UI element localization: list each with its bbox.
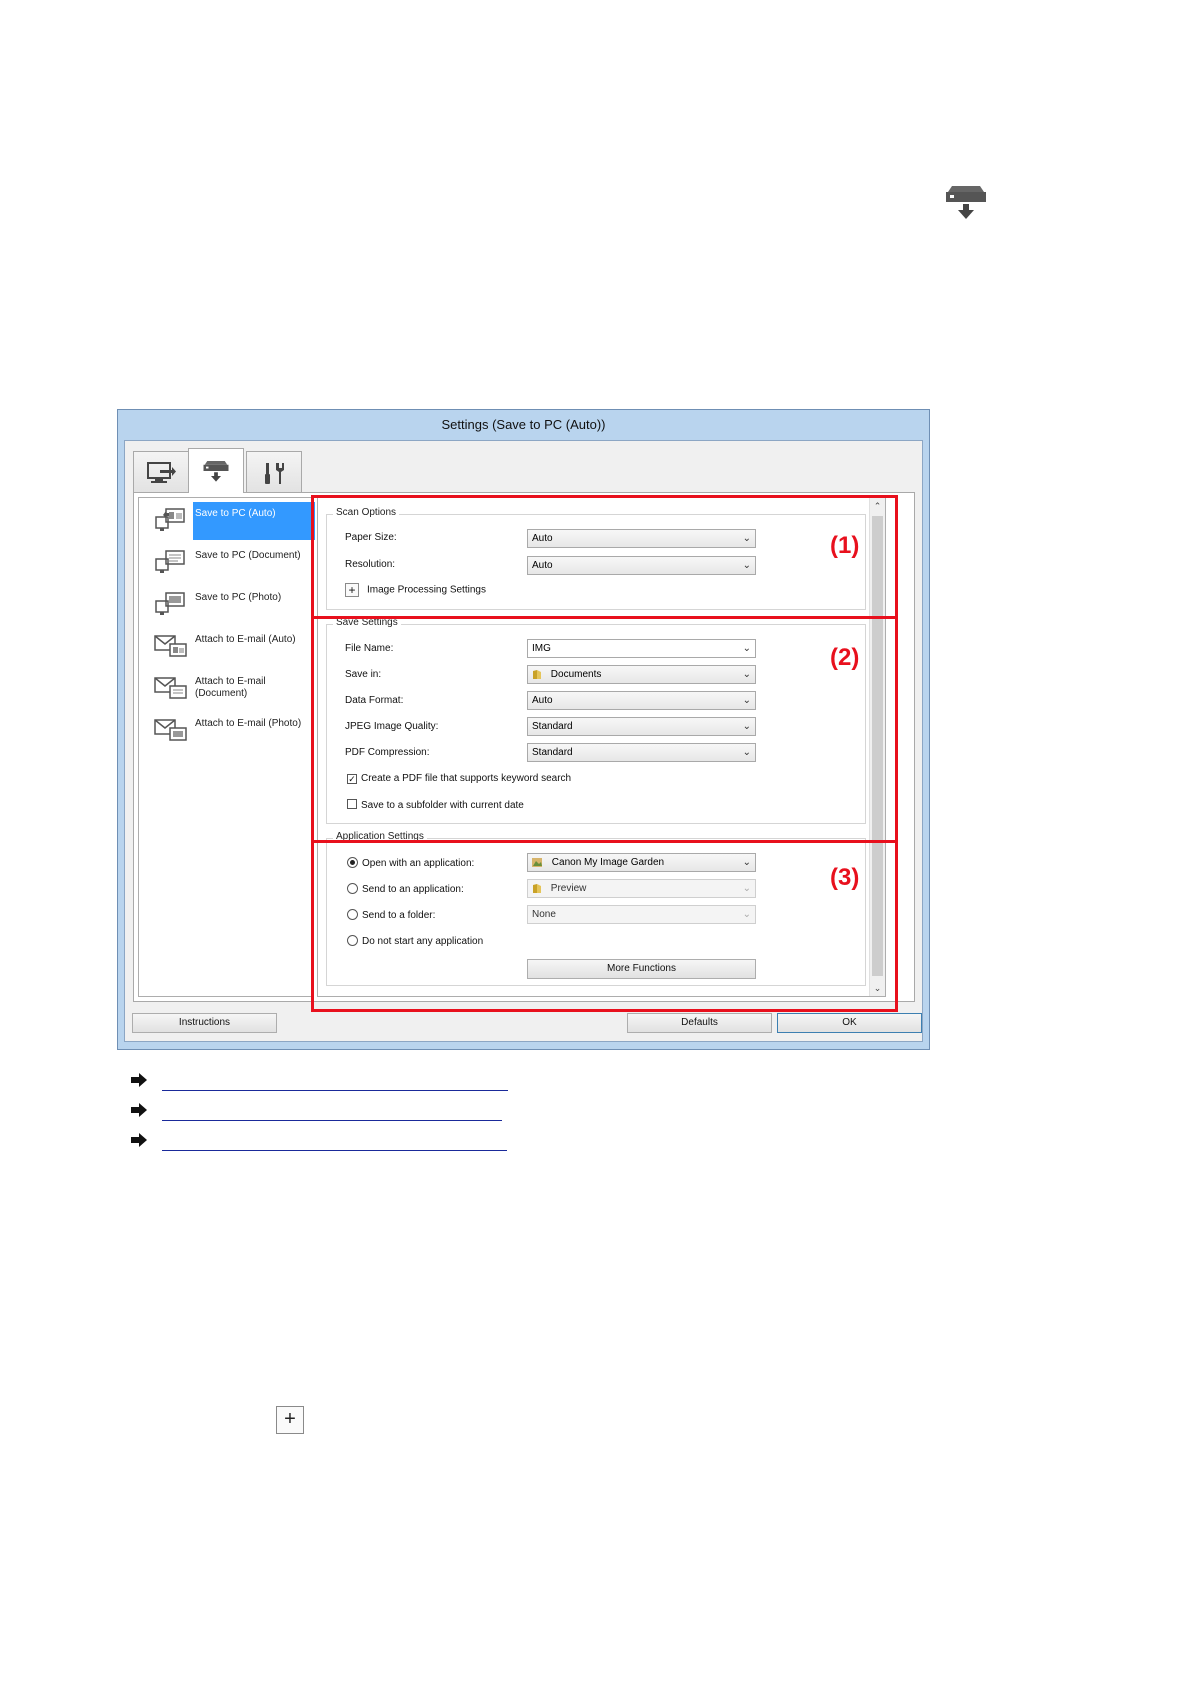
list-item-save-to-pc-document[interactable]: Save to PC (Document): [139, 542, 312, 584]
list-item-label: Save to PC (Auto): [193, 502, 315, 540]
scan-from-computer-icon: [147, 461, 176, 483]
save-to-pc-photo-icon: [155, 592, 185, 615]
link-underline[interactable]: [162, 1120, 502, 1121]
list-item-attach-email-auto[interactable]: Attach to E-mail (Auto): [139, 626, 312, 668]
window-title: Settings (Save to PC (Auto)): [441, 417, 606, 432]
expand-plus-icon: +: [276, 1406, 304, 1434]
list-item-label: Save to PC (Photo): [195, 592, 282, 603]
list-item-attach-email-photo[interactable]: Attach to E-mail (Photo): [139, 710, 312, 752]
callout-box-3: [311, 840, 898, 1012]
attach-email-document-icon: [154, 677, 187, 699]
arrow-right-icon: [131, 1073, 147, 1087]
callout-box-2: [311, 616, 898, 843]
tab-general-settings[interactable]: [246, 451, 302, 493]
list-item-label: Attach to E-mail (Photo): [195, 718, 302, 729]
callout-label-3: (3): [830, 864, 860, 891]
attach-email-photo-icon: [154, 719, 187, 741]
arrow-right-icon: [131, 1103, 147, 1117]
save-to-pc-auto-icon: [155, 508, 185, 531]
list-item-save-to-pc-auto[interactable]: Save to PC (Auto): [139, 500, 315, 542]
general-settings-icon: [265, 462, 284, 484]
callout-box-1: [311, 495, 898, 619]
save-to-pc-document-icon: [155, 550, 185, 573]
list-item-label: Save to PC (Document): [195, 550, 301, 561]
tab-scan-from-operation-panel[interactable]: [188, 448, 244, 493]
ok-button[interactable]: OK: [777, 1013, 922, 1033]
link-underline[interactable]: [162, 1150, 507, 1151]
arrow-right-icon: [131, 1133, 147, 1147]
scan-from-operation-panel-icon: [203, 461, 229, 482]
instructions-button[interactable]: Instructions: [132, 1013, 277, 1033]
list-item-label: Attach to E-mail (Document): [195, 676, 266, 699]
list-item-label: Attach to E-mail (Auto): [195, 634, 296, 645]
tab-scan-from-computer[interactable]: [133, 451, 189, 493]
defaults-button[interactable]: Defaults: [627, 1013, 772, 1033]
scan-from-operation-panel-icon: [946, 186, 986, 219]
callout-label-2: (2): [830, 644, 860, 671]
callout-label-1: (1): [830, 532, 860, 559]
list-item-save-to-pc-photo[interactable]: Save to PC (Photo): [139, 584, 312, 626]
list-item-attach-email-document[interactable]: Attach to E-mail (Document): [139, 668, 312, 710]
link-underline[interactable]: [162, 1090, 508, 1091]
scan-type-list: Save to PC (Auto) Save to PC (Document): [138, 497, 315, 997]
attach-email-auto-icon: [154, 635, 187, 657]
